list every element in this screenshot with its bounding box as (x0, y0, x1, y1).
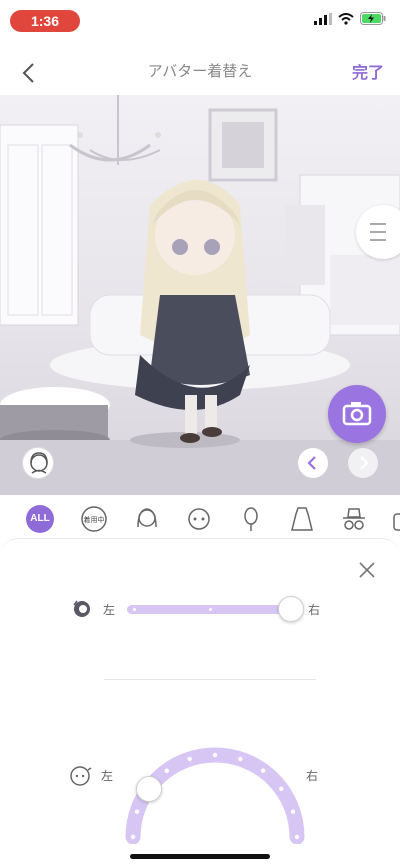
hat-icon[interactable] (340, 505, 368, 533)
row1-left-label: 左 (103, 603, 116, 617)
arc-tick (294, 834, 300, 840)
row2-left-label: 左 (101, 769, 114, 783)
avatar-icon (30, 452, 48, 474)
mirror-icon[interactable] (237, 505, 265, 533)
avatar-scene (0, 95, 400, 495)
eye-direction-row: 左 右 (0, 594, 400, 624)
face-icon[interactable] (185, 505, 213, 533)
arc-tick (279, 786, 284, 791)
face-direction-thumb[interactable] (135, 775, 162, 802)
category-wearing[interactable]: 着用中 (80, 505, 108, 533)
arc-tick (130, 834, 136, 840)
chevron-right-icon (360, 456, 369, 470)
status-time: 1:36 (10, 10, 80, 32)
close-button[interactable] (356, 559, 378, 581)
hair-icon[interactable] (133, 505, 161, 533)
avatar-face-button[interactable] (22, 447, 54, 479)
home-indicator (130, 854, 270, 859)
eye-icon (73, 600, 90, 617)
eye-direction-thumb[interactable] (278, 596, 304, 622)
wifi-icon (338, 12, 354, 25)
nav-bar: アバター着替え 完了 (0, 44, 400, 96)
camera-icon (342, 402, 372, 426)
eye-direction-slider[interactable] (127, 605, 291, 614)
next-button[interactable] (348, 448, 378, 478)
bag-icon[interactable] (390, 505, 400, 533)
arc-tick (134, 809, 140, 814)
category-all[interactable]: ALL (26, 505, 54, 533)
dress-icon[interactable] (288, 505, 316, 533)
done-button[interactable]: 完了 (352, 59, 384, 83)
previous-button[interactable] (298, 448, 328, 478)
adjustment-sheet: 左 右 左 右 (0, 538, 400, 865)
arc-tick (290, 809, 296, 814)
row2-right-label: 右 (306, 769, 319, 783)
arc-tick (164, 768, 169, 773)
camera-button[interactable] (328, 385, 386, 443)
close-icon (359, 562, 375, 578)
arc-tick (238, 756, 243, 762)
face-direction-row: 左 右 (0, 719, 400, 849)
status-icons (314, 12, 386, 25)
arc-tick (187, 756, 192, 762)
status-bar: 1:36 (0, 0, 400, 44)
row1-right-label: 右 (308, 603, 321, 617)
battery-icon (360, 12, 386, 25)
face-icon (70, 766, 92, 786)
arc-tick (212, 752, 218, 758)
arc-tick (261, 768, 266, 773)
category-wearing-label: 着用中 (84, 515, 105, 524)
menu-button[interactable] (356, 205, 400, 259)
signal-icon (314, 12, 332, 25)
menu-icon (370, 223, 386, 241)
divider (104, 679, 316, 680)
chevron-left-icon (307, 456, 316, 470)
category-strip: ALL 着用中 (0, 500, 400, 538)
page-title: アバター着替え (147, 62, 253, 80)
